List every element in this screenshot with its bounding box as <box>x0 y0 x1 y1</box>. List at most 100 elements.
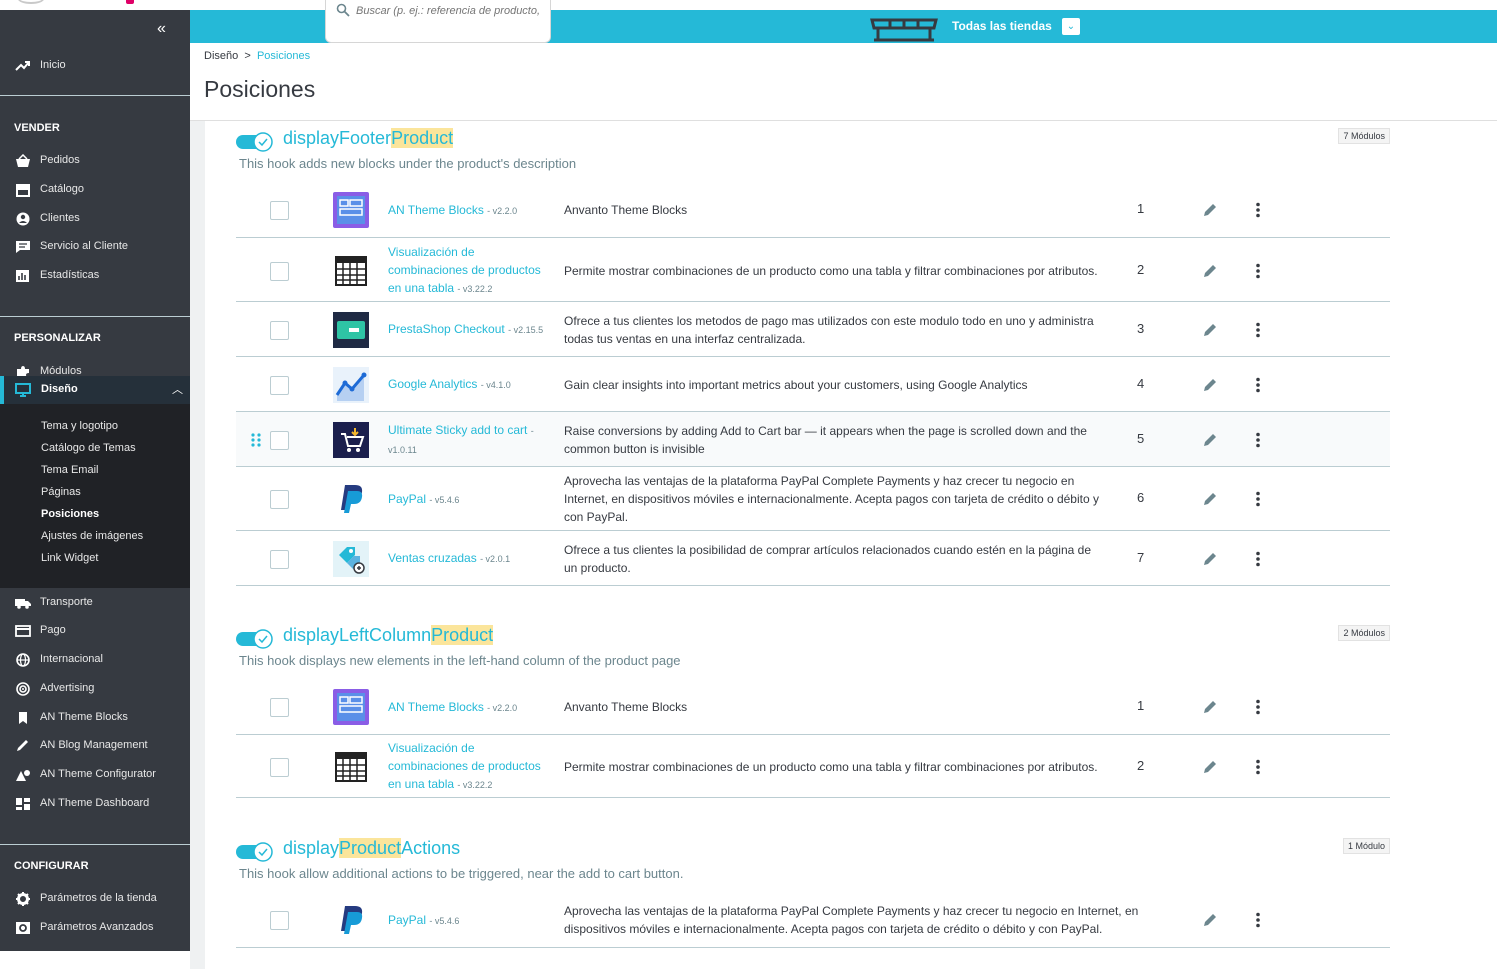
sidebar-item-home[interactable]: Inicio <box>0 52 190 80</box>
module-name-text[interactable]: AN Theme Blocks <box>388 203 487 217</box>
module-position: 3 <box>1137 320 1145 336</box>
module-name[interactable]: PayPal - v5.4.6 <box>388 911 553 930</box>
module-name[interactable]: Visualización de combinaciones de produc… <box>388 739 553 794</box>
module-name-text[interactable]: AN Theme Blocks <box>388 700 487 714</box>
sidebar-item-international[interactable]: Internacional <box>0 646 190 674</box>
hook-toggle[interactable] <box>236 842 274 862</box>
sidebar-item-an-theme-configurator[interactable]: AN Theme Configurator <box>0 761 190 789</box>
module-name[interactable]: PayPal - v5.4.6 <box>388 490 553 509</box>
submenu-positions[interactable]: Posiciones <box>41 508 99 520</box>
drag-handle-icon[interactable] <box>251 432 261 448</box>
module-name[interactable]: Ventas cruzadas - v2.0.1 <box>388 549 553 568</box>
shop-dropdown-button[interactable]: ⌄ <box>1062 18 1080 35</box>
module-name-text[interactable]: Ultimate Sticky add to cart <box>388 423 531 437</box>
more-options-icon[interactable] <box>1255 322 1261 338</box>
module-checkbox[interactable] <box>270 698 289 717</box>
sidebar-item-stats[interactable]: Estadísticas <box>0 262 190 290</box>
edit-pencil-icon[interactable] <box>1202 699 1218 715</box>
submenu-email-theme[interactable]: Tema Email <box>41 464 98 476</box>
module-position: 5 <box>1137 430 1145 446</box>
module-row[interactable]: Ventas cruzadas - v2.0.1 Ofrece a tus cli… <box>236 531 1390 586</box>
more-options-icon[interactable] <box>1255 699 1261 715</box>
sidebar-item-catalog[interactable]: Catálogo <box>0 176 190 204</box>
more-options-icon[interactable] <box>1255 912 1261 928</box>
hook-section: displayFooterProduct This hook adds new b… <box>236 128 1390 586</box>
search-input[interactable] <box>356 2 544 20</box>
collapse-sidebar-icon[interactable]: « <box>157 20 166 38</box>
module-name-text[interactable]: PrestaShop Checkout <box>388 322 508 336</box>
breadcrumb-parent[interactable]: Diseño <box>204 50 238 62</box>
sidebar-item-design-active[interactable]: Diseño ︿ <box>0 376 190 404</box>
module-name[interactable]: PrestaShop Checkout - v2.15.5 <box>388 320 553 339</box>
chevron-up-icon: ︿ <box>172 384 183 396</box>
more-options-icon[interactable] <box>1255 202 1261 218</box>
module-checkbox[interactable] <box>270 549 289 569</box>
submenu-theme-logo[interactable]: Tema y logotipo <box>41 420 118 432</box>
shop-context-label[interactable]: Todas las tiendas <box>952 19 1052 33</box>
module-name-text[interactable]: Google Analytics <box>388 377 481 391</box>
module-name[interactable]: AN Theme Blocks - v2.2.0 <box>388 698 553 717</box>
edit-pencil-icon[interactable] <box>1202 322 1218 338</box>
sidebar-item-payment[interactable]: Pago <box>0 617 190 645</box>
module-name[interactable]: Google Analytics - v4.1.0 <box>388 375 553 394</box>
sidebar-item-shipping[interactable]: Transporte <box>0 589 190 617</box>
breadcrumb-current[interactable]: Posiciones <box>257 50 310 62</box>
submenu-theme-catalog[interactable]: Catálogo de Temas <box>41 442 136 454</box>
module-name[interactable]: Visualización de combinaciones de produc… <box>388 243 553 298</box>
submenu-link-widget[interactable]: Link Widget <box>41 552 98 564</box>
more-options-icon[interactable] <box>1255 432 1261 448</box>
sidebar-item-advertising[interactable]: Advertising <box>0 675 190 703</box>
more-options-icon[interactable] <box>1255 377 1261 393</box>
module-row[interactable]: Visualización de combinaciones de produc… <box>236 735 1390 798</box>
module-name-text[interactable]: PayPal <box>388 913 429 927</box>
module-name-text[interactable]: Ventas cruzadas <box>388 551 480 565</box>
more-options-icon[interactable] <box>1255 263 1261 279</box>
module-row[interactable]: Google Analytics - v4.1.0 Gain clear insi… <box>236 357 1390 412</box>
sidebar-item-an-blog[interactable]: AN Blog Management <box>0 732 190 760</box>
module-row[interactable]: PayPal - v5.4.6 Aprovecha las ventajas de… <box>236 467 1390 531</box>
edit-pencil-icon[interactable] <box>1202 202 1218 218</box>
search-box[interactable] <box>325 0 551 43</box>
more-options-icon[interactable] <box>1255 759 1261 775</box>
sidebar-item-customers[interactable]: Clientes <box>0 205 190 233</box>
edit-pencil-icon[interactable] <box>1202 377 1218 393</box>
sidebar-item-orders[interactable]: Pedidos <box>0 147 190 175</box>
module-row[interactable]: PayPal - v5.4.6 Aprovecha las ventajas de… <box>236 892 1390 948</box>
divider <box>0 844 190 845</box>
submenu-image-settings[interactable]: Ajustes de imágenes <box>41 530 143 542</box>
module-checkbox[interactable] <box>270 911 289 930</box>
more-options-icon[interactable] <box>1255 551 1261 567</box>
hook-toggle[interactable] <box>236 629 274 649</box>
submenu-pages[interactable]: Páginas <box>41 486 81 498</box>
module-checkbox[interactable] <box>270 320 289 340</box>
edit-pencil-icon[interactable] <box>1202 912 1218 928</box>
sidebar-item-customer-service[interactable]: Servicio al Cliente <box>0 233 190 261</box>
edit-pencil-icon[interactable] <box>1202 263 1218 279</box>
module-checkbox[interactable] <box>270 375 289 395</box>
module-row[interactable]: AN Theme Blocks - v2.2.0 Anvanto Theme Bl… <box>236 679 1390 735</box>
hook-toggle[interactable] <box>236 132 274 152</box>
module-row[interactable]: PrestaShop Checkout - v2.15.5 Ofrece a tu… <box>236 302 1390 357</box>
module-name[interactable]: Ultimate Sticky add to cart - v1.0.11 <box>388 421 553 459</box>
module-row[interactable]: Visualización de combinaciones de produc… <box>236 239 1390 302</box>
module-description: Aprovecha las ventajas de la plataforma … <box>564 904 1139 936</box>
module-name[interactable]: AN Theme Blocks - v2.2.0 <box>388 201 553 220</box>
module-checkbox[interactable] <box>270 757 289 777</box>
module-checkbox[interactable] <box>270 201 289 220</box>
sidebar-item-shop-params[interactable]: Parámetros de la tienda <box>0 885 190 913</box>
edit-pencil-icon[interactable] <box>1202 432 1218 448</box>
module-row[interactable]: AN Theme Blocks - v2.2.0 Anvanto Theme Bl… <box>236 182 1390 238</box>
edit-pencil-icon[interactable] <box>1202 759 1218 775</box>
module-version: - v4.1.0 <box>480 380 511 390</box>
module-checkbox[interactable] <box>270 261 289 281</box>
more-options-icon[interactable] <box>1255 491 1261 507</box>
sidebar-item-advanced-params[interactable]: Parámetros Avanzados <box>0 914 190 942</box>
edit-pencil-icon[interactable] <box>1202 491 1218 507</box>
sidebar-item-an-theme-dashboard[interactable]: AN Theme Dashboard <box>0 790 190 818</box>
module-checkbox[interactable] <box>270 490 289 509</box>
module-row[interactable]: Ultimate Sticky add to cart - v1.0.11 Rai… <box>236 412 1390 467</box>
sidebar-item-an-theme-blocks[interactable]: AN Theme Blocks <box>0 704 190 732</box>
module-checkbox[interactable] <box>270 430 289 450</box>
edit-pencil-icon[interactable] <box>1202 551 1218 567</box>
module-name-text[interactable]: PayPal <box>388 492 429 506</box>
